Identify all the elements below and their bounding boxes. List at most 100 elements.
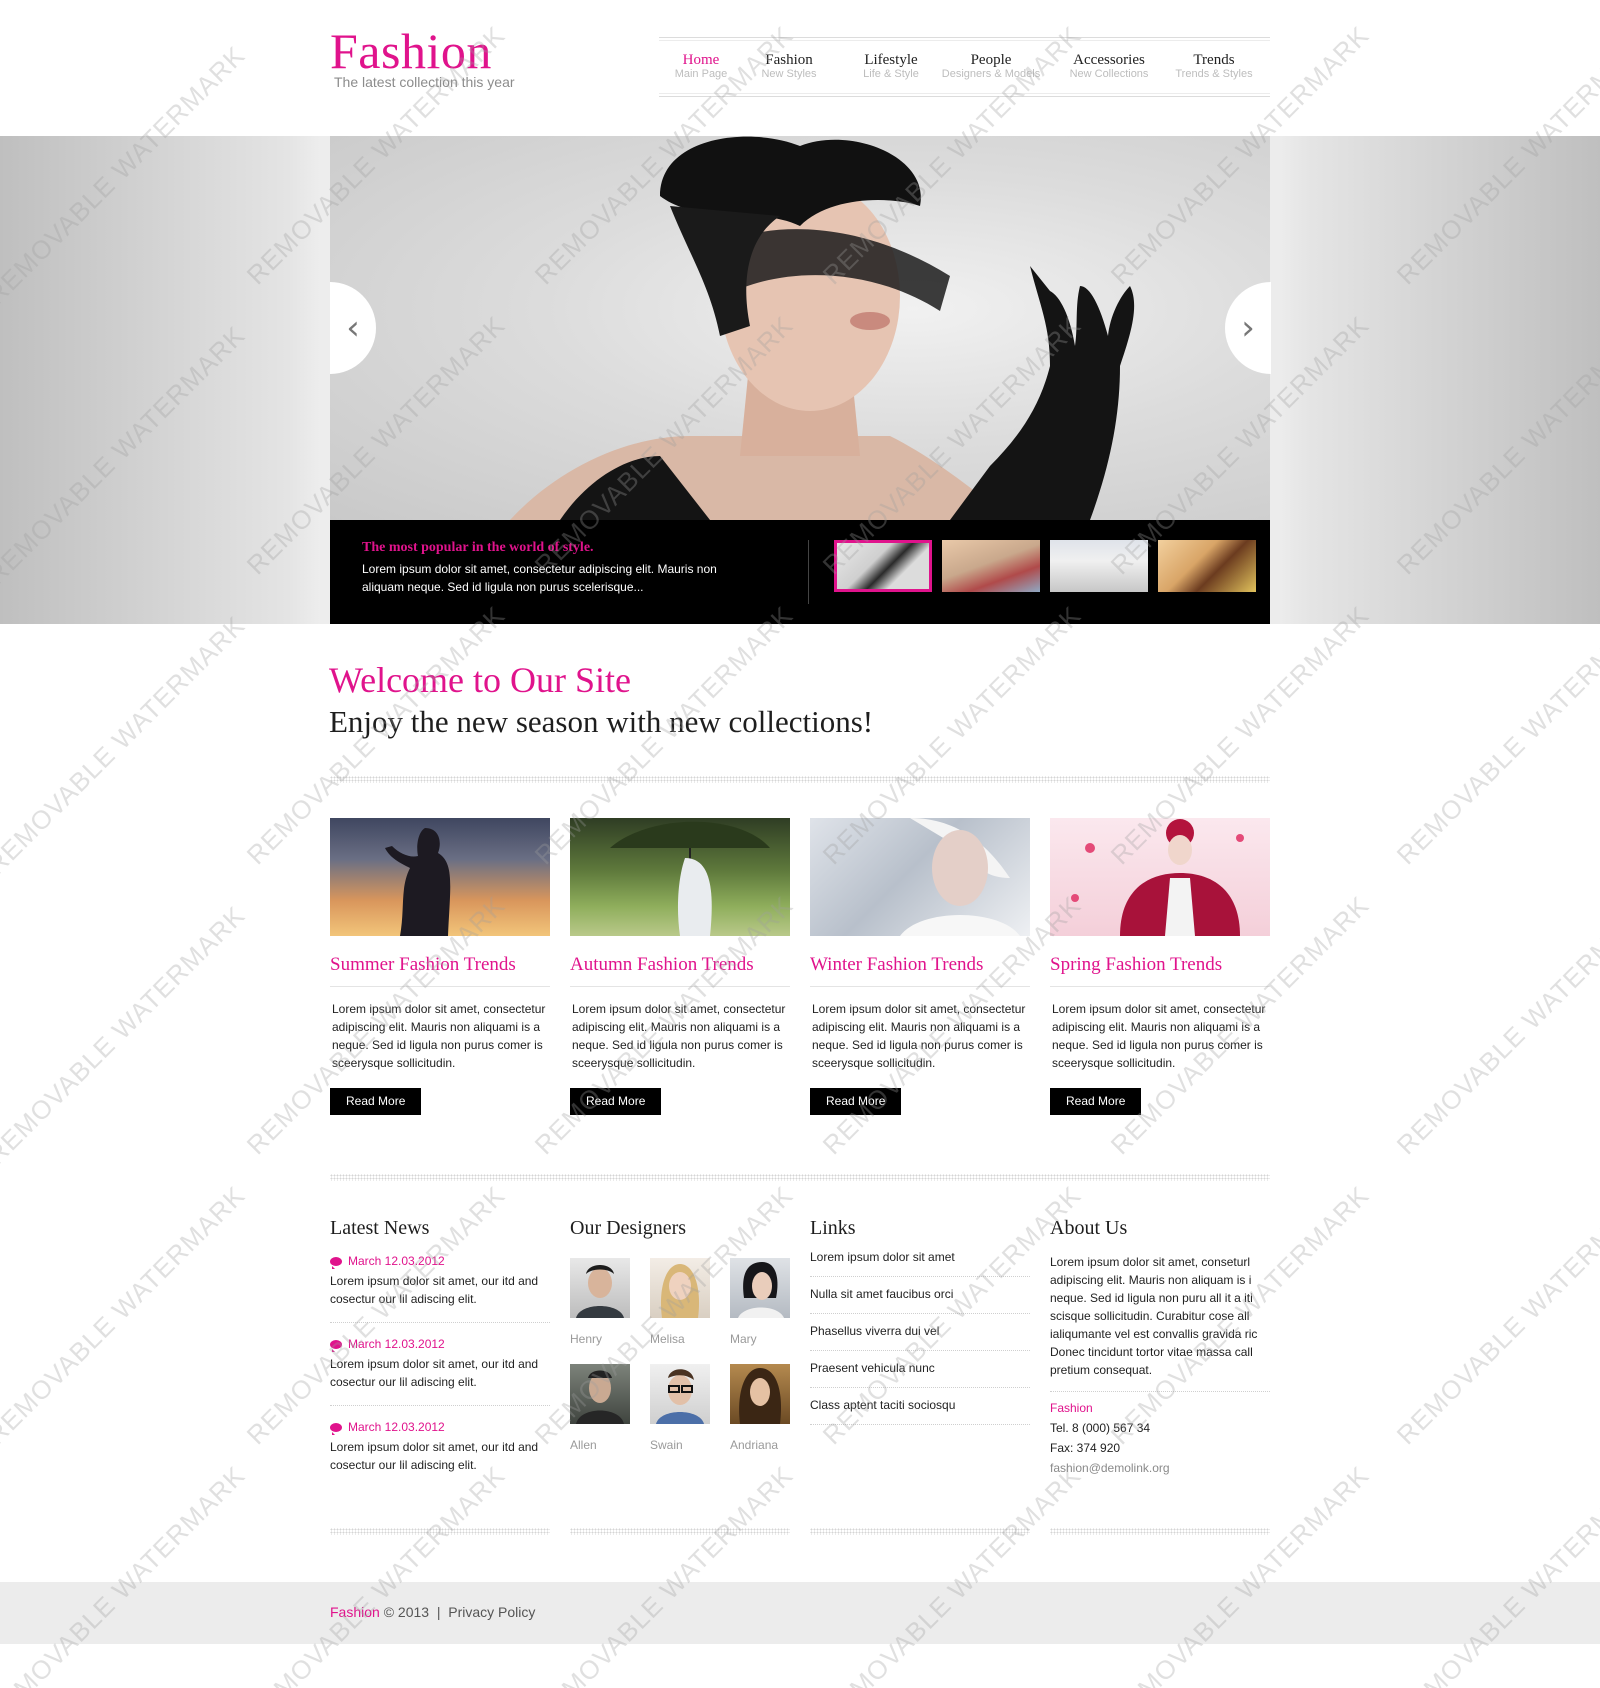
- news-date[interactable]: March 12.03.2012: [348, 1420, 445, 1434]
- news-item: March 12.03.2012 Lorem ipsum dolor sit a…: [330, 1254, 550, 1323]
- site-header: Fashion The latest collection this year …: [0, 0, 1600, 136]
- nav-sublabel: Life & Style: [863, 68, 919, 80]
- welcome-title: Welcome to Our Site: [329, 660, 632, 700]
- privacy-policy-link[interactable]: Privacy Policy: [448, 1604, 535, 1620]
- feature-divider: [330, 986, 550, 987]
- company-name: Fashion: [1050, 1401, 1093, 1415]
- feature-summer: Summer Fashion Trends Lorem ipsum dolor …: [330, 818, 550, 1115]
- designer-card[interactable]: Swain: [650, 1364, 730, 1452]
- feature-spring: Spring Fashion Trends Lorem ipsum dolor …: [1050, 818, 1270, 1115]
- watermark: REMOVABLE WATERMARK: [0, 610, 251, 881]
- nav-label: People: [970, 52, 1012, 68]
- nav-label: Home: [682, 52, 720, 68]
- feature-title[interactable]: Spring Fashion Trends: [1050, 954, 1270, 976]
- designers-grid: Henry Melisa Mary Allen Swain Andriana: [570, 1258, 790, 1452]
- news-item: March 12.03.2012 Lorem ipsum dolor sit a…: [330, 1337, 550, 1406]
- avatar[interactable]: [650, 1364, 710, 1424]
- avatar[interactable]: [570, 1258, 630, 1318]
- footer-copyright: © 2013: [383, 1604, 430, 1620]
- news-date-row[interactable]: March 12.03.2012: [330, 1420, 550, 1435]
- news-item: March 12.03.2012 Lorem ipsum dolor sit a…: [330, 1420, 550, 1488]
- feature-title[interactable]: Autumn Fashion Trends: [570, 954, 790, 976]
- nav-item-home[interactable]: Home Main Page: [669, 52, 733, 80]
- winter-image[interactable]: [810, 818, 1030, 936]
- read-more-button[interactable]: Read More: [330, 1088, 422, 1115]
- watermark: REMOVABLE WATERMARK: [1390, 1180, 1600, 1451]
- avatar[interactable]: [570, 1364, 630, 1424]
- nav-sublabel: Main Page: [674, 68, 728, 80]
- nav-item-accessories[interactable]: Accessories New Collections: [1057, 52, 1161, 80]
- read-more-button[interactable]: Read More: [1050, 1088, 1142, 1115]
- column-divider: [570, 1528, 790, 1535]
- feature-title[interactable]: Summer Fashion Trends: [330, 954, 550, 976]
- column-divider: [330, 1528, 550, 1535]
- watermark: REMOVABLE WATERMARK: [0, 900, 251, 1171]
- footer-link[interactable]: Nulla sit amet faucibus orci: [810, 1277, 1030, 1314]
- chevron-right-icon: ›: [1241, 308, 1255, 348]
- nav-item-lifestyle[interactable]: Lifestyle Life & Style: [849, 52, 933, 80]
- email-link[interactable]: fashion@demolink.org: [1050, 1458, 1270, 1478]
- logo[interactable]: Fashion The latest collection this year: [330, 26, 515, 90]
- column-divider: [810, 1528, 1030, 1535]
- feature-text: Lorem ipsum dolor sit amet, consectetur …: [812, 1002, 1026, 1070]
- feature-divider: [810, 986, 1030, 987]
- watermark: REMOVABLE WATERMARK: [1104, 1460, 1375, 1688]
- designer-card[interactable]: Andriana: [730, 1364, 790, 1452]
- feature-text: Lorem ipsum dolor sit amet, consectetur …: [1052, 1002, 1266, 1070]
- nav-item-trends[interactable]: Trends Trends & Styles: [1165, 52, 1263, 80]
- slide-image: [330, 136, 1270, 520]
- watermark: REMOVABLE WATERMARK: [0, 1180, 251, 1451]
- logo-title[interactable]: Fashion: [330, 26, 515, 76]
- designer-card[interactable]: Allen: [570, 1364, 650, 1452]
- news-heading: Latest News: [330, 1217, 430, 1239]
- avatar[interactable]: [730, 1364, 790, 1424]
- footer-link[interactable]: Class aptent taciti sociosqu: [810, 1388, 1030, 1425]
- contact-info: Fashion Tel. 8 (000) 567 34 Fax: 374 920…: [1050, 1398, 1270, 1478]
- feature-title[interactable]: Winter Fashion Trends: [810, 954, 1030, 976]
- caption-divider: [808, 540, 809, 604]
- nav-item-fashion[interactable]: Fashion New Styles: [747, 52, 831, 80]
- read-more-button[interactable]: Read More: [570, 1088, 662, 1115]
- watermark: REMOVABLE WATERMARK: [0, 1460, 251, 1688]
- latest-news: Latest News March 12.03.2012 Lorem ipsum…: [330, 1216, 550, 1488]
- feature-text: Lorem ipsum dolor sit amet, consectetur …: [332, 1002, 546, 1070]
- footer-link[interactable]: Phasellus viverra dui vel: [810, 1314, 1030, 1351]
- news-date[interactable]: March 12.03.2012: [348, 1254, 445, 1268]
- slider-thumbnail-2[interactable]: [942, 540, 1040, 592]
- avatar[interactable]: [650, 1258, 710, 1318]
- nav-label: Fashion: [765, 52, 813, 68]
- news-date-row[interactable]: March 12.03.2012: [330, 1337, 550, 1352]
- designers-heading: Our Designers: [570, 1217, 687, 1239]
- model-photo: [510, 136, 1135, 520]
- footer-brand-link[interactable]: Fashion: [330, 1604, 380, 1620]
- nav-sublabel: New Styles: [761, 68, 817, 80]
- column-divider: [1050, 1528, 1270, 1535]
- slider-thumbnail-1[interactable]: [834, 540, 932, 592]
- news-date-row[interactable]: March 12.03.2012: [330, 1254, 550, 1269]
- caption-text: Lorem ipsum dolor sit amet, consectetur …: [362, 562, 717, 594]
- footer-link[interactable]: Lorem ipsum dolor sit amet: [810, 1240, 1030, 1277]
- designer-name: Melisa: [650, 1332, 685, 1346]
- designer-card[interactable]: Mary: [730, 1258, 790, 1346]
- footer-link[interactable]: Praesent vehicula nunc: [810, 1351, 1030, 1388]
- news-date[interactable]: March 12.03.2012: [348, 1337, 445, 1351]
- logo-tagline: The latest collection this year: [334, 74, 515, 90]
- watermark: REMOVABLE WATERMARK: [816, 1460, 1087, 1688]
- slider-thumbnail-4[interactable]: [1158, 540, 1256, 592]
- main-nav: Home Main Page Fashion New Styles Lifest…: [659, 37, 1270, 97]
- avatar[interactable]: [730, 1258, 790, 1318]
- nav-label: Trends: [1193, 52, 1235, 68]
- nav-item-people[interactable]: People Designers & Models: [931, 52, 1051, 80]
- autumn-image[interactable]: [570, 818, 790, 936]
- designer-card[interactable]: Melisa: [650, 1258, 730, 1346]
- designer-card[interactable]: Henry: [570, 1258, 650, 1346]
- read-more-button[interactable]: Read More: [810, 1088, 902, 1115]
- feature-winter: Winter Fashion Trends Lorem ipsum dolor …: [810, 818, 1030, 1115]
- phone-number: Tel. 8 (000) 567 34: [1050, 1421, 1151, 1435]
- footer-text: Fashion © 2013 | Privacy Policy: [330, 1604, 535, 1620]
- summer-image[interactable]: [330, 818, 550, 936]
- nav-sublabel: Trends & Styles: [1175, 68, 1253, 80]
- watermark: REMOVABLE WATERMARK: [1390, 1460, 1600, 1688]
- slider-thumbnail-3[interactable]: [1050, 540, 1148, 592]
- spring-image[interactable]: [1050, 818, 1270, 936]
